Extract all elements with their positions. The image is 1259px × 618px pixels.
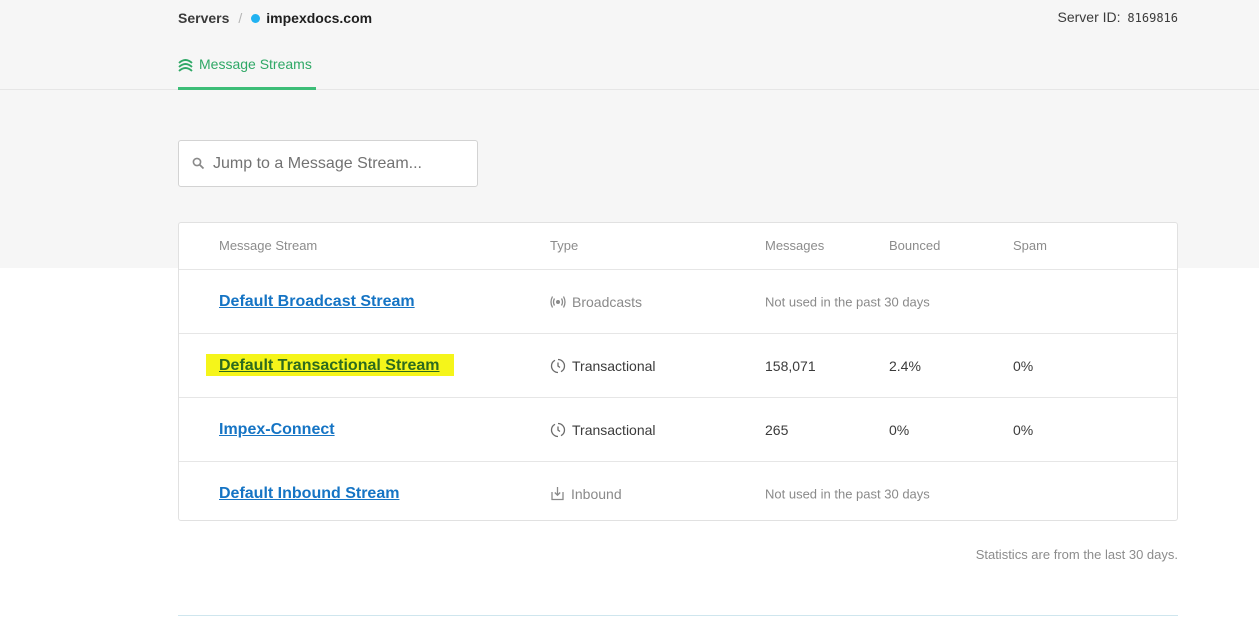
stream-type: Transactional xyxy=(550,358,656,374)
stream-status: Not used in the past 30 days xyxy=(765,486,930,501)
stream-type: Broadcasts xyxy=(550,294,642,310)
transactional-icon xyxy=(550,358,566,373)
transactional-icon xyxy=(550,422,566,437)
stream-search-input[interactable] xyxy=(211,153,475,174)
stream-type: Inbound xyxy=(550,486,622,502)
server-status-dot-icon xyxy=(251,13,261,23)
stream-spam: 0% xyxy=(1013,357,1034,374)
stream-type-label: Inbound xyxy=(571,485,622,502)
tab-message-streams[interactable]: Message Streams xyxy=(178,56,316,90)
stream-spam: 0% xyxy=(1013,421,1034,438)
server-id-value: 8169816 xyxy=(1127,11,1178,25)
table-row[interactable]: Default Broadcast Stream Broadcasts Not … xyxy=(179,270,1177,334)
header-bounced: Bounced xyxy=(889,238,941,253)
breadcrumb-servers-link[interactable]: Servers xyxy=(178,10,229,26)
breadcrumb: Servers / impexdocs.com xyxy=(178,8,372,28)
tab-message-streams-label: Message Streams xyxy=(199,56,312,72)
search-icon xyxy=(192,157,205,170)
table-row[interactable]: Impex-Connect Transactional 265 0% 0% xyxy=(179,398,1177,462)
text-highlight: Default Transactional Stream xyxy=(206,353,454,376)
table-row[interactable]: Default Inbound Stream Inbound Not used … xyxy=(179,462,1177,525)
table-header: Message Stream Type Messages Bounced Spa… xyxy=(179,223,1177,270)
stream-type-label: Transactional xyxy=(572,421,656,438)
stream-link[interactable]: Impex-Connect xyxy=(217,421,337,438)
inbound-icon xyxy=(551,487,564,501)
stream-messages: 265 xyxy=(765,421,789,438)
message-streams-icon xyxy=(178,59,193,72)
header-spam: Spam xyxy=(1013,238,1047,253)
stream-bounced: 0% xyxy=(889,421,910,438)
section-divider xyxy=(178,615,1178,616)
server-id: Server ID: 8169816 xyxy=(1058,9,1178,25)
stream-link[interactable]: Default Transactional Stream xyxy=(217,357,442,374)
stream-type-label: Transactional xyxy=(572,357,656,374)
header-message-stream: Message Stream xyxy=(219,238,318,253)
stream-messages: 158,071 xyxy=(765,357,816,374)
statistics-footnote: Statistics are from the last 30 days. xyxy=(975,547,1178,562)
header-type: Type xyxy=(550,238,579,253)
streams-table: Message Stream Type Messages Bounced Spa… xyxy=(178,222,1178,521)
server-id-label: Server ID: xyxy=(1057,9,1121,25)
breadcrumb-current-server: impexdocs.com xyxy=(266,10,373,26)
stream-link[interactable]: Default Broadcast Stream xyxy=(217,293,417,310)
stream-link[interactable]: Default Inbound Stream xyxy=(217,485,401,502)
broadcast-icon xyxy=(550,295,566,308)
stream-type-label: Broadcasts xyxy=(572,293,643,310)
stream-search[interactable] xyxy=(178,140,478,187)
header-messages: Messages xyxy=(765,238,825,253)
stream-status: Not used in the past 30 days xyxy=(765,294,930,309)
stream-bounced: 2.4% xyxy=(889,357,921,374)
table-row[interactable]: Default Transactional Stream Transaction… xyxy=(179,334,1177,398)
breadcrumb-separator: / xyxy=(238,10,243,26)
stream-type: Transactional xyxy=(550,422,656,438)
